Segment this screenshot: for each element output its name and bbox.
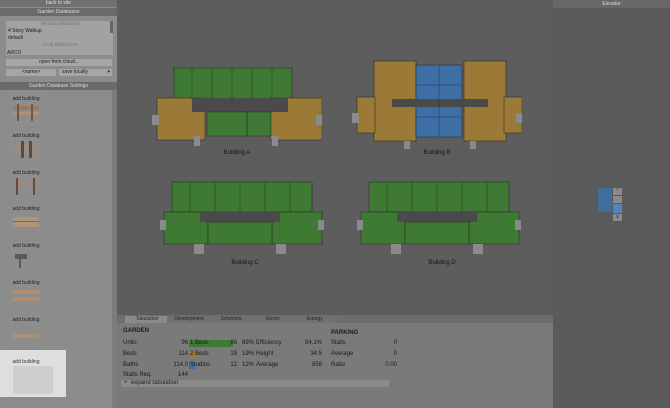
mix-value: 12 <box>230 362 237 368</box>
elevator-title: Elevator <box>553 0 670 8</box>
mix-percent: 69% <box>242 340 255 346</box>
tile-label: add building <box>12 359 40 365</box>
bottom-panel: Tabulation Development Schemes Errors En… <box>117 315 553 408</box>
metric-label: Average <box>256 362 279 368</box>
elevator-shaft <box>598 188 612 212</box>
baths-label: Baths <box>123 362 139 368</box>
building-label: Building B <box>423 150 451 156</box>
tab-tabulation[interactable]: Tabulation <box>125 316 169 323</box>
baths-value: 114.0 <box>173 362 188 368</box>
building-a-plan <box>152 67 322 146</box>
parking-average-label: Average <box>331 351 354 357</box>
garden-databases-header: Garden Databases <box>0 8 117 16</box>
mix-percent: 12% <box>242 362 255 368</box>
parking-ratio-value: 0.00 <box>385 362 397 368</box>
building-label: Building D <box>428 260 456 266</box>
units-value: 96 <box>181 340 188 346</box>
metric-value: 34.5 <box>310 351 322 357</box>
name-input[interactable]: <name> <box>6 69 56 76</box>
list-item: default databases <box>40 21 81 27</box>
save-select-value: save locally <box>62 69 88 75</box>
mix-percent: 19% <box>242 351 255 357</box>
beds-value: 114 <box>178 351 188 357</box>
building-c-plan <box>160 181 324 254</box>
building-tile[interactable]: add building <box>10 241 42 273</box>
tab-energy[interactable]: Energy <box>293 316 337 323</box>
open-from-cloud-button[interactable]: open from cloud... <box>6 59 112 66</box>
building-label: Building C <box>231 260 259 266</box>
site-canvas[interactable]: Building A Building B Building C Buildin… <box>117 0 553 315</box>
current-level-indicator[interactable] <box>613 204 622 213</box>
tile-label: add building <box>12 280 40 286</box>
metric-label: Height <box>256 351 274 357</box>
tile-label: add building <box>12 170 40 176</box>
back-to-site-button[interactable]: back to site <box>0 0 117 7</box>
building-thumbnail <box>13 104 39 121</box>
tab-schemes[interactable]: Schemes <box>209 316 253 323</box>
stalls-req-label: Stalls Req. <box>123 372 153 378</box>
garden-header: GARDEN <box>123 328 150 334</box>
building-c[interactable]: Building C <box>160 178 330 328</box>
building-tile[interactable]: add building <box>10 204 42 236</box>
left-panel: back to site Garden Databases default da… <box>0 0 117 408</box>
building-d[interactable]: Building D <box>357 178 527 328</box>
building-b-plan <box>352 60 522 149</box>
list-item[interactable]: ARCO <box>7 50 21 56</box>
metric-value: 858 <box>311 362 322 368</box>
save-select[interactable]: save locally ▾ <box>59 69 112 76</box>
mix-value: 66 <box>230 340 237 346</box>
mix-label: Studios <box>190 362 211 368</box>
building-thumbnail <box>13 288 39 305</box>
mix-label: 2 Beds <box>190 351 209 357</box>
parking-header: PARKING <box>331 330 359 336</box>
building-thumbnail <box>13 325 39 342</box>
parking-ratio-label: Ratio <box>331 362 346 368</box>
parking-stalls-label: Stalls <box>331 340 346 346</box>
building-thumbnail <box>13 251 39 268</box>
parking-stalls-value: 0 <box>393 340 397 346</box>
building-tile[interactable]: add building <box>10 131 42 163</box>
building-label: Building A <box>223 150 251 156</box>
add-building-tile[interactable]: add building <box>0 350 66 397</box>
mix-value: 18 <box>230 351 237 357</box>
mix-label: 1 Beds <box>190 340 209 346</box>
beds-label: Beds <box>123 351 137 357</box>
units-label: Units <box>123 340 137 346</box>
expand-label: expand tabulation <box>131 380 179 386</box>
garden-database-settings-header: Garden Database Settings <box>0 82 117 90</box>
building-d-plan <box>357 181 521 254</box>
level-step-button[interactable] <box>613 196 622 203</box>
metric-value: 84.1% <box>304 340 322 346</box>
scrollbar[interactable] <box>110 21 113 33</box>
expand-tabulation-button[interactable]: + expand tabulation <box>121 380 389 387</box>
tab-development[interactable]: Development <box>167 316 211 323</box>
tile-label: add building <box>12 96 40 102</box>
stalls-req-value: 144 <box>177 372 188 378</box>
elevator-panel: Elevator ^ v <box>553 0 670 408</box>
building-thumbnail <box>13 214 39 231</box>
building-thumbnail <box>13 141 39 158</box>
level-down-button[interactable]: v <box>613 214 622 221</box>
metric-label: Efficiency <box>256 340 282 346</box>
tile-label: add building <box>12 317 40 323</box>
building-thumbnail <box>13 366 53 394</box>
level-up-button[interactable]: ^ <box>613 188 622 195</box>
tile-label: add building <box>12 243 40 249</box>
building-tile[interactable]: add building <box>10 315 42 347</box>
plus-icon: + <box>124 380 128 386</box>
tile-label: add building <box>12 133 40 139</box>
building-tile[interactable]: add building <box>10 94 42 126</box>
tile-label: add building <box>12 206 40 212</box>
building-thumbnail <box>13 178 39 195</box>
building-tile[interactable]: add building <box>10 168 42 200</box>
tab-errors[interactable]: Errors <box>251 316 295 323</box>
tab-bar: Tabulation Development Schemes Errors En… <box>117 315 553 323</box>
database-list[interactable]: default databases 4 Story Walkup default… <box>6 21 113 55</box>
building-tile[interactable]: add building <box>10 278 42 310</box>
list-item: local databases <box>43 42 78 48</box>
list-item[interactable]: 4 Story Walkup <box>6 28 113 35</box>
list-item[interactable]: default <box>6 35 113 42</box>
parking-average-value: 0 <box>393 351 397 357</box>
chevron-down-icon: ▾ <box>107 69 110 75</box>
